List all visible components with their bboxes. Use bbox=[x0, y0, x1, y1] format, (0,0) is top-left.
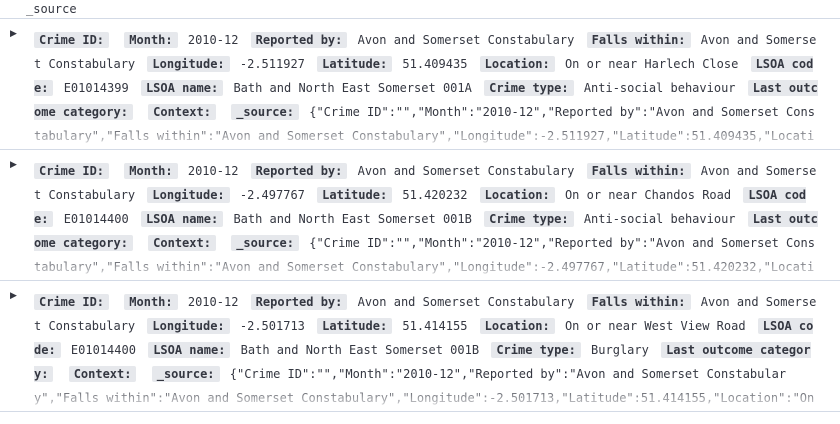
field-value: Anti-social behaviour bbox=[583, 81, 736, 95]
field-value: 2010-12 bbox=[187, 295, 239, 309]
field-key: _source: bbox=[151, 366, 220, 382]
field-key: Location: bbox=[479, 318, 555, 334]
field-key: Context: bbox=[148, 235, 216, 251]
field-key: Reported by: bbox=[250, 163, 348, 179]
field-value: Bath and North East Somerset 001B bbox=[233, 212, 472, 226]
field-key: Month: bbox=[124, 294, 178, 310]
document-fields: Crime ID: Month: 2010-12 Reported by: Av… bbox=[34, 28, 819, 148]
field-value: -2.497767 bbox=[239, 188, 305, 202]
field-key: Longitude: bbox=[147, 318, 230, 334]
field-value: Anti-social behaviour bbox=[583, 212, 736, 226]
field-key: Crime ID: bbox=[34, 163, 110, 179]
document-row[interactable]: ▶ Crime ID: Month: 2010-12 Reported by: A… bbox=[0, 281, 840, 412]
field-key: Longitude: bbox=[147, 187, 230, 203]
field-key: Falls within: bbox=[586, 32, 691, 48]
field-value: Bath and North East Somerset 001B bbox=[240, 343, 480, 357]
field-value: E01014400 bbox=[70, 343, 136, 357]
field-key: Month: bbox=[124, 163, 178, 179]
field-key: Latitude: bbox=[317, 187, 393, 203]
field-value: Bath and North East Somerset 001A bbox=[233, 81, 472, 95]
field-key: _source: bbox=[231, 104, 299, 120]
document-list: ▶ Crime ID: Month: 2010-12 Reported by: A… bbox=[0, 19, 840, 412]
field-key: Longitude: bbox=[147, 56, 230, 72]
field-value: E01014400 bbox=[63, 212, 129, 226]
field-value: 2010-12 bbox=[187, 33, 239, 47]
field-key: Location: bbox=[479, 56, 555, 72]
document-row[interactable]: ▶ Crime ID: Month: 2010-12 Reported by: A… bbox=[0, 19, 840, 150]
field-value: -2.511927 bbox=[239, 57, 305, 71]
expand-row-icon[interactable]: ▶ bbox=[10, 29, 17, 39]
field-key: Context: bbox=[148, 104, 216, 120]
document-fields: Crime ID: Month: 2010-12 Reported by: Av… bbox=[34, 159, 819, 279]
field-key: Crime type: bbox=[484, 211, 574, 227]
field-key: Falls within: bbox=[586, 294, 691, 310]
field-key: Location: bbox=[479, 187, 555, 203]
field-key: Crime ID: bbox=[34, 32, 110, 48]
source-column-header: _source bbox=[0, 0, 840, 19]
field-value: On or near West View Road bbox=[564, 319, 746, 333]
field-key: Reported by: bbox=[250, 294, 348, 310]
field-value: E01014399 bbox=[63, 81, 129, 95]
source-column-label: _source bbox=[26, 2, 77, 16]
field-value: Avon and Somerset Constabulary bbox=[357, 33, 575, 47]
field-value: 51.420232 bbox=[402, 188, 468, 202]
expand-row-icon[interactable]: ▶ bbox=[10, 291, 17, 301]
field-key: LSOA name: bbox=[140, 211, 224, 227]
field-value: -2.501713 bbox=[239, 319, 305, 333]
field-key: Context: bbox=[68, 366, 137, 382]
field-value: Avon and Somerset Constabulary bbox=[357, 164, 575, 178]
field-key: Crime type: bbox=[491, 342, 581, 358]
field-key: Reported by: bbox=[250, 32, 348, 48]
field-key: Latitude: bbox=[317, 318, 393, 334]
document-row[interactable]: ▶ Crime ID: Month: 2010-12 Reported by: A… bbox=[0, 150, 840, 281]
field-key: Month: bbox=[124, 32, 178, 48]
field-value: On or near Harlech Close bbox=[564, 57, 739, 71]
field-key: Falls within: bbox=[586, 163, 691, 179]
expand-row-icon[interactable]: ▶ bbox=[10, 160, 17, 170]
document-fields: Crime ID: Month: 2010-12 Reported by: Av… bbox=[34, 290, 819, 410]
field-value: 2010-12 bbox=[187, 164, 239, 178]
field-key: Crime type: bbox=[484, 80, 574, 96]
field-key: LSOA name: bbox=[140, 80, 224, 96]
field-value: Avon and Somerset Constabulary bbox=[357, 295, 575, 309]
field-value: 51.409435 bbox=[402, 57, 468, 71]
field-value: Burglary bbox=[591, 343, 649, 357]
field-value: On or near Chandos Road bbox=[564, 188, 732, 202]
field-key: _source: bbox=[231, 235, 299, 251]
field-key: Latitude: bbox=[317, 56, 393, 72]
field-key: Crime ID: bbox=[34, 294, 110, 310]
field-key: LSOA name: bbox=[148, 342, 231, 358]
field-value: 51.414155 bbox=[402, 319, 468, 333]
